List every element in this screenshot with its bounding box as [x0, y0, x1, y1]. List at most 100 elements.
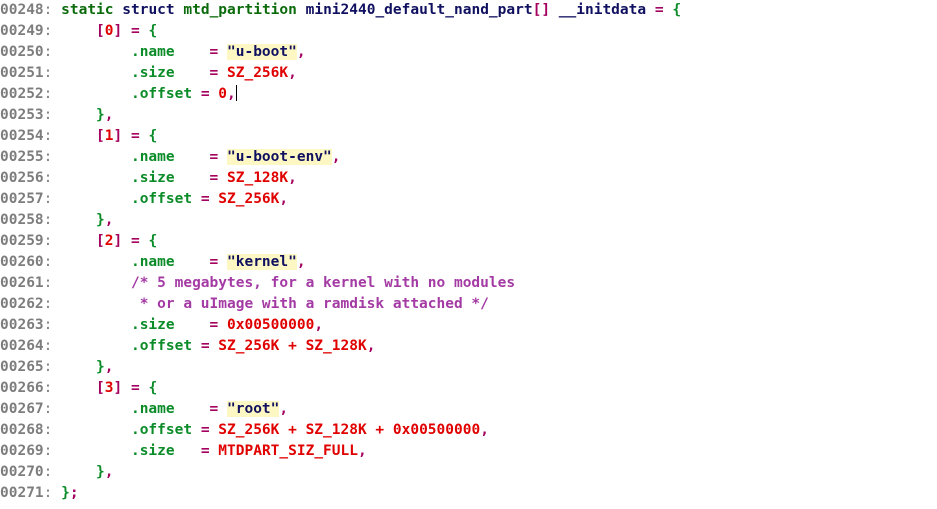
code-token-op: = — [200, 338, 210, 354]
code-line[interactable]: 00258: }, — [0, 210, 937, 231]
code-token-ident: mini2440_default_nand_part — [305, 2, 533, 18]
code-line[interactable]: 00262: * or a uImage with a ramdisk atta… — [0, 294, 937, 315]
code-line[interactable]: 00271: }; — [0, 483, 937, 504]
code-token-cmt: /* 5 megabytes, for a kernel with no mod… — [130, 275, 516, 291]
code-token-op: ; — [69, 485, 79, 501]
line-number: 00260 — [0, 254, 44, 270]
code-token-member: .size — [130, 317, 175, 333]
code-line[interactable]: 00251: .size = SZ_256K, — [0, 63, 937, 84]
code-line[interactable]: 00263: .size = 0x00500000, — [0, 315, 937, 336]
code-line[interactable]: 00266: [3] = { — [0, 378, 937, 399]
code-line[interactable]: 00253: }, — [0, 105, 937, 126]
code-line[interactable]: 00248: static struct mtd_partition mini2… — [0, 0, 937, 21]
code-line[interactable]: 00267: .name = "root", — [0, 399, 937, 420]
line-number: 00271 — [0, 485, 44, 501]
code-token-op: = — [209, 254, 219, 270]
code-token-op: = — [130, 380, 140, 396]
code-token-num: 3 — [104, 380, 114, 396]
line-number: 00250 — [0, 44, 44, 60]
code-token-op: [ — [96, 233, 105, 249]
code-token-member: .size — [130, 65, 175, 81]
code-line[interactable]: 00254: [1] = { — [0, 126, 937, 147]
code-lines-container[interactable]: 00248: static struct mtd_partition mini2… — [0, 0, 937, 504]
code-line[interactable]: 00261: /* 5 megabytes, for a kernel with… — [0, 273, 937, 294]
line-number-separator: : — [43, 149, 62, 165]
line-number: 00255 — [0, 149, 44, 165]
code-token-op: , — [279, 191, 289, 207]
code-token-op: ] — [113, 128, 123, 144]
code-token-op: , — [104, 359, 114, 375]
line-number-separator: : — [43, 338, 62, 354]
code-token-op: , — [357, 443, 367, 459]
code-line[interactable]: 00252: .offset = 0, — [0, 84, 937, 105]
code-token-brace: { — [148, 233, 158, 249]
source-code-viewer[interactable]: 00248: static struct mtd_partition mini2… — [0, 0, 937, 509]
code-line[interactable]: 00269: .size = MTDPART_SIZ_FULL, — [0, 441, 937, 462]
code-line[interactable]: 00259: [2] = { — [0, 231, 937, 252]
line-number: 00263 — [0, 317, 44, 333]
code-line[interactable]: 00257: .offset = SZ_256K, — [0, 189, 937, 210]
code-token-member: .offset — [130, 86, 193, 102]
code-line[interactable]: 00264: .offset = SZ_256K + SZ_128K, — [0, 336, 937, 357]
code-line[interactable]: 00265: }, — [0, 357, 937, 378]
code-token-num: SZ_256K + SZ_128K + 0x00500000 — [218, 422, 481, 438]
code-line[interactable]: 00270: }, — [0, 462, 937, 483]
code-token-op: = — [209, 401, 219, 417]
line-number: 00254 — [0, 128, 44, 144]
code-token-member: .offset — [130, 191, 193, 207]
code-token-num: SZ_256K — [218, 191, 280, 207]
code-token-kw: static — [61, 2, 114, 18]
code-line[interactable]: 00250: .name = "u-boot", — [0, 42, 937, 63]
code-token-brace: } — [96, 212, 105, 228]
code-line[interactable]: 00260: .name = "kernel", — [0, 252, 937, 273]
code-token-member: .offset — [130, 422, 193, 438]
code-line[interactable]: 00249: [0] = { — [0, 21, 937, 42]
code-line[interactable]: 00255: .name = "u-boot-env", — [0, 147, 937, 168]
code-token-op: = — [200, 443, 210, 459]
line-number: 00268 — [0, 422, 44, 438]
code-token-member: .size — [130, 443, 175, 459]
code-token-str: "u-boot-env" — [227, 149, 332, 165]
code-token-op: = — [654, 2, 664, 18]
code-token-op: , — [480, 422, 489, 438]
code-token-op: ] — [113, 233, 123, 249]
code-token-member: .name — [130, 44, 175, 60]
code-token-brace: } — [61, 485, 70, 501]
line-number: 00266 — [0, 380, 44, 396]
line-number: 00258 — [0, 212, 44, 228]
line-number: 00270 — [0, 464, 44, 480]
line-number: 00265 — [0, 359, 44, 375]
code-token-num: MTDPART_SIZ_FULL — [218, 443, 358, 459]
code-token-num: SZ_128K — [227, 170, 289, 186]
code-token-num: 2 — [104, 233, 114, 249]
code-token-str: "root" — [227, 401, 280, 417]
code-line[interactable]: 00268: .offset = SZ_256K + SZ_128K + 0x0… — [0, 420, 937, 441]
code-line[interactable]: 00256: .size = SZ_128K, — [0, 168, 937, 189]
